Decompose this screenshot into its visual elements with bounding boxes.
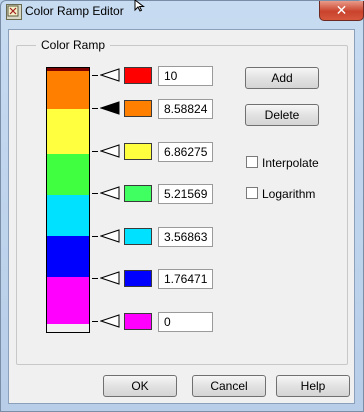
ok-button[interactable]: OK — [103, 375, 177, 397]
mouse-cursor-icon — [134, 0, 145, 12]
add-button[interactable]: Add — [245, 67, 319, 89]
marker-value-field[interactable]: 6.86275 — [158, 142, 213, 162]
window-title: Color Ramp Editor — [25, 4, 124, 18]
marker-tick — [92, 108, 98, 109]
color-ramp-bar[interactable] — [46, 67, 90, 333]
dialog-client-area: Color Ramp 10 8.58824 6.86275 5.21569 3.5686… — [8, 29, 355, 404]
triangle-pointer-icon[interactable] — [100, 314, 120, 328]
marker-color-swatch[interactable] — [124, 228, 152, 245]
interpolate-label[interactable]: Interpolate — [262, 156, 319, 170]
marker-value-field[interactable]: 3.56863 — [158, 227, 213, 247]
marker-color-swatch[interactable] — [124, 100, 152, 117]
marker-tick — [92, 193, 98, 194]
ramp-band — [47, 195, 89, 236]
triangle-pointer-icon[interactable] — [100, 144, 120, 158]
ramp-band — [47, 277, 89, 324]
color-ramp-group-label: Color Ramp — [36, 38, 111, 52]
ramp-band — [47, 109, 89, 154]
marker-color-swatch[interactable] — [124, 270, 152, 287]
logarithm-checkbox[interactable] — [246, 187, 258, 199]
triangle-pointer-icon[interactable] — [100, 186, 120, 200]
marker-tick — [92, 321, 98, 322]
logarithm-label[interactable]: Logarithm — [262, 187, 315, 201]
cancel-button[interactable]: Cancel — [192, 375, 266, 397]
ramp-band — [47, 236, 89, 277]
marker-color-swatch[interactable] — [124, 67, 152, 84]
triangle-pointer-icon[interactable] — [100, 68, 120, 82]
marker-tick — [92, 75, 98, 76]
marker-color-swatch[interactable] — [124, 313, 152, 330]
triangle-pointer-icon[interactable] — [100, 271, 120, 285]
delete-button[interactable]: Delete — [245, 104, 319, 126]
interpolate-checkbox[interactable] — [246, 156, 258, 168]
triangle-pointer-icon[interactable] — [100, 229, 120, 243]
marker-tick — [92, 236, 98, 237]
ramp-band — [47, 71, 89, 109]
help-button[interactable]: Help — [276, 375, 350, 397]
marker-value-field[interactable]: 8.58824 — [158, 99, 213, 119]
marker-value-field[interactable]: 0 — [158, 312, 213, 332]
triangle-pointer-icon[interactable] — [100, 101, 120, 115]
app-icon — [6, 4, 22, 20]
marker-tick — [92, 278, 98, 279]
marker-value-field[interactable]: 5.21569 — [158, 184, 213, 204]
marker-tick — [92, 151, 98, 152]
close-button[interactable]: ✕ — [319, 1, 364, 21]
title-bar[interactable]: Color Ramp Editor ✕ — [1, 1, 364, 22]
ramp-band — [47, 154, 89, 195]
marker-value-field[interactable]: 10 — [158, 66, 213, 86]
marker-color-swatch[interactable] — [124, 143, 152, 160]
marker-color-swatch[interactable] — [124, 185, 152, 202]
marker-value-field[interactable]: 1.76471 — [158, 269, 213, 289]
